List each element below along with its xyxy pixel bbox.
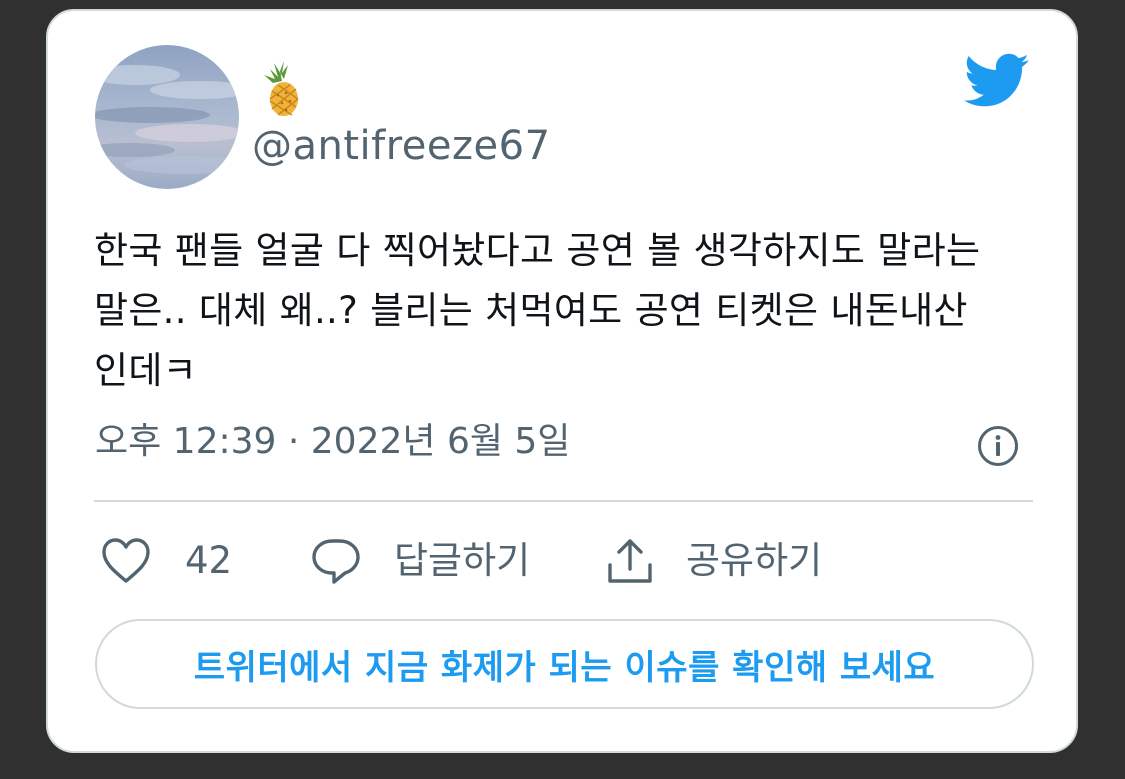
avatar[interactable] — [95, 45, 239, 189]
heart-icon — [102, 538, 150, 583]
tweet-text-line: 인데ㅋ — [94, 349, 198, 392]
user-handle[interactable]: @antifreeze67 — [252, 122, 551, 170]
explore-trending-button[interactable]: 트위터에서 지금 화제가 되는 이슈를 확인해 보세요 — [95, 619, 1034, 709]
speech-bubble-icon — [312, 539, 360, 584]
display-name[interactable] — [256, 59, 308, 119]
tweet-timestamp[interactable]: 오후 12:39 · 2022년 6월 5일 — [95, 418, 570, 466]
like-button[interactable]: 42 — [100, 531, 232, 591]
like-count: 42 — [185, 539, 233, 582]
info-icon[interactable] — [977, 425, 1019, 467]
twitter-bird-icon[interactable] — [964, 53, 1030, 109]
tweet-card: @antifreeze67 한국 팬들 얼굴 다 찍어놨다고 공연 볼 생각하지… — [46, 9, 1078, 753]
tweet-text-line: 한국 팬들 얼굴 다 찍어놨다고 공연 볼 생각하지도 말라는 — [94, 229, 981, 272]
reply-button[interactable]: 답글하기 — [310, 531, 530, 591]
share-label: 공유하기 — [686, 539, 823, 582]
tweet-text-line: 말은.. 대체 왜..? 블리는 처먹여도 공연 티켓은 내돈내산 — [94, 289, 968, 332]
reply-label: 답글하기 — [394, 539, 531, 582]
tweet-text: 한국 팬들 얼굴 다 찍어놨다고 공연 볼 생각하지도 말라는 말은.. 대체 … — [94, 221, 1039, 401]
pineapple-icon — [264, 61, 299, 116]
avatar-image — [95, 45, 239, 189]
divider — [94, 500, 1033, 502]
share-button[interactable]: 공유하기 — [604, 531, 822, 591]
page: @antifreeze67 한국 팬들 얼굴 다 찍어놨다고 공연 볼 생각하지… — [0, 0, 1125, 779]
share-icon — [608, 539, 652, 583]
